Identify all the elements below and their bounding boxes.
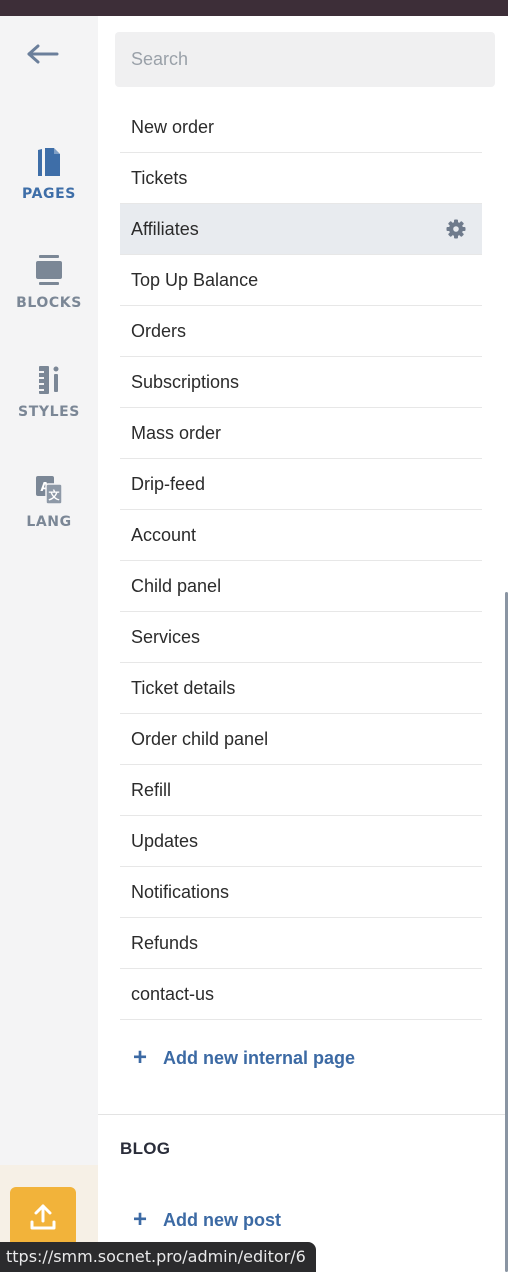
page-list-item[interactable]: Child panel (120, 561, 482, 612)
page-list-item[interactable]: Notifications (120, 867, 482, 918)
plus-icon: + (133, 1044, 148, 1071)
page-list-item-label: Refunds (131, 932, 199, 953)
window-top-bar (0, 0, 508, 16)
page-list-item[interactable]: Drip-feed (120, 459, 482, 510)
upload-icon (30, 1204, 56, 1230)
page-list-item[interactable]: Order child panel (120, 714, 482, 765)
add-internal-page-label: Add new internal page (163, 1047, 356, 1068)
rail-item-styles[interactable]: STYLES (0, 364, 98, 420)
pages-list: New order Tickets Affiliates Top Up Balance… (120, 102, 482, 1020)
page-list-item-label: Drip-feed (131, 473, 206, 494)
gear-icon[interactable] (446, 219, 466, 239)
page-list-item[interactable]: Ticket details (120, 663, 482, 714)
page-list-item-label: Orders (131, 320, 187, 341)
lang-icon: A 文 (36, 476, 63, 505)
arrow-left-icon (27, 44, 59, 64)
page-list-item-label: New order (131, 116, 215, 137)
page-list-item[interactable]: Affiliates (120, 204, 482, 255)
rail-label-lang: LANG (26, 514, 72, 530)
page-list-item[interactable]: Tickets (120, 153, 482, 204)
add-internal-page-button[interactable]: + Add new internal page (133, 1046, 355, 1070)
rail-item-lang[interactable]: A 文 LANG (0, 474, 98, 530)
page-list-item[interactable]: Updates (120, 816, 482, 867)
page-list-item-label: Order child panel (131, 728, 269, 749)
page-list-item[interactable]: Refunds (120, 918, 482, 969)
pages-icon (38, 148, 60, 176)
page-list-item[interactable]: Account (120, 510, 482, 561)
svg-text:文: 文 (49, 488, 61, 502)
page-list-item-label: Account (131, 524, 197, 545)
rail-label-styles: STYLES (18, 404, 80, 420)
page-list-item[interactable]: Services (120, 612, 482, 663)
page-list-item-label: Refill (131, 779, 172, 800)
page-list-item[interactable]: Mass order (120, 408, 482, 459)
page-list-item-label: Services (131, 626, 201, 647)
rail-label-pages: PAGES (22, 186, 76, 202)
page-list-item-label: Notifications (131, 881, 230, 902)
editor-sidebar-rail (0, 16, 98, 1272)
page-list-item-label: Subscriptions (131, 371, 240, 392)
page-list-item[interactable]: contact-us (120, 969, 482, 1020)
page-list-item-label: Ticket details (131, 677, 236, 698)
page-list-item[interactable]: Orders (120, 306, 482, 357)
page-list-item[interactable]: Refill (120, 765, 482, 816)
page-list-item[interactable]: Subscriptions (120, 357, 482, 408)
styles-icon (39, 366, 59, 394)
page-list-item-label: Top Up Balance (131, 269, 259, 290)
blog-section-title: BLOG (120, 1139, 171, 1158)
page-list-item-label: Mass order (131, 422, 222, 443)
rail-item-pages[interactable]: PAGES (0, 146, 98, 202)
search-input[interactable] (115, 32, 495, 87)
section-divider (98, 1114, 508, 1115)
publish-upload-button[interactable] (10, 1187, 76, 1247)
status-url-tooltip: ttps://smm.socnet.pro/admin/editor/6 (0, 1242, 316, 1272)
back-button[interactable] (22, 40, 62, 68)
rail-item-blocks[interactable]: BLOCKS (0, 255, 98, 311)
add-post-button[interactable]: + Add new post (133, 1208, 281, 1232)
blocks-icon (36, 255, 62, 285)
page-list-item-label: Tickets (131, 167, 188, 188)
page-list-item-label: contact-us (131, 983, 215, 1004)
rail-label-blocks: BLOCKS (16, 295, 82, 311)
page-list-item-label: Updates (131, 830, 199, 851)
add-post-label: Add new post (163, 1209, 282, 1230)
plus-icon: + (133, 1206, 148, 1233)
page-list-item[interactable]: New order (120, 102, 482, 153)
page-list-item-label: Affiliates (131, 218, 199, 239)
page-list-item[interactable]: Top Up Balance (120, 255, 482, 306)
page-list-item-label: Child panel (131, 575, 222, 596)
